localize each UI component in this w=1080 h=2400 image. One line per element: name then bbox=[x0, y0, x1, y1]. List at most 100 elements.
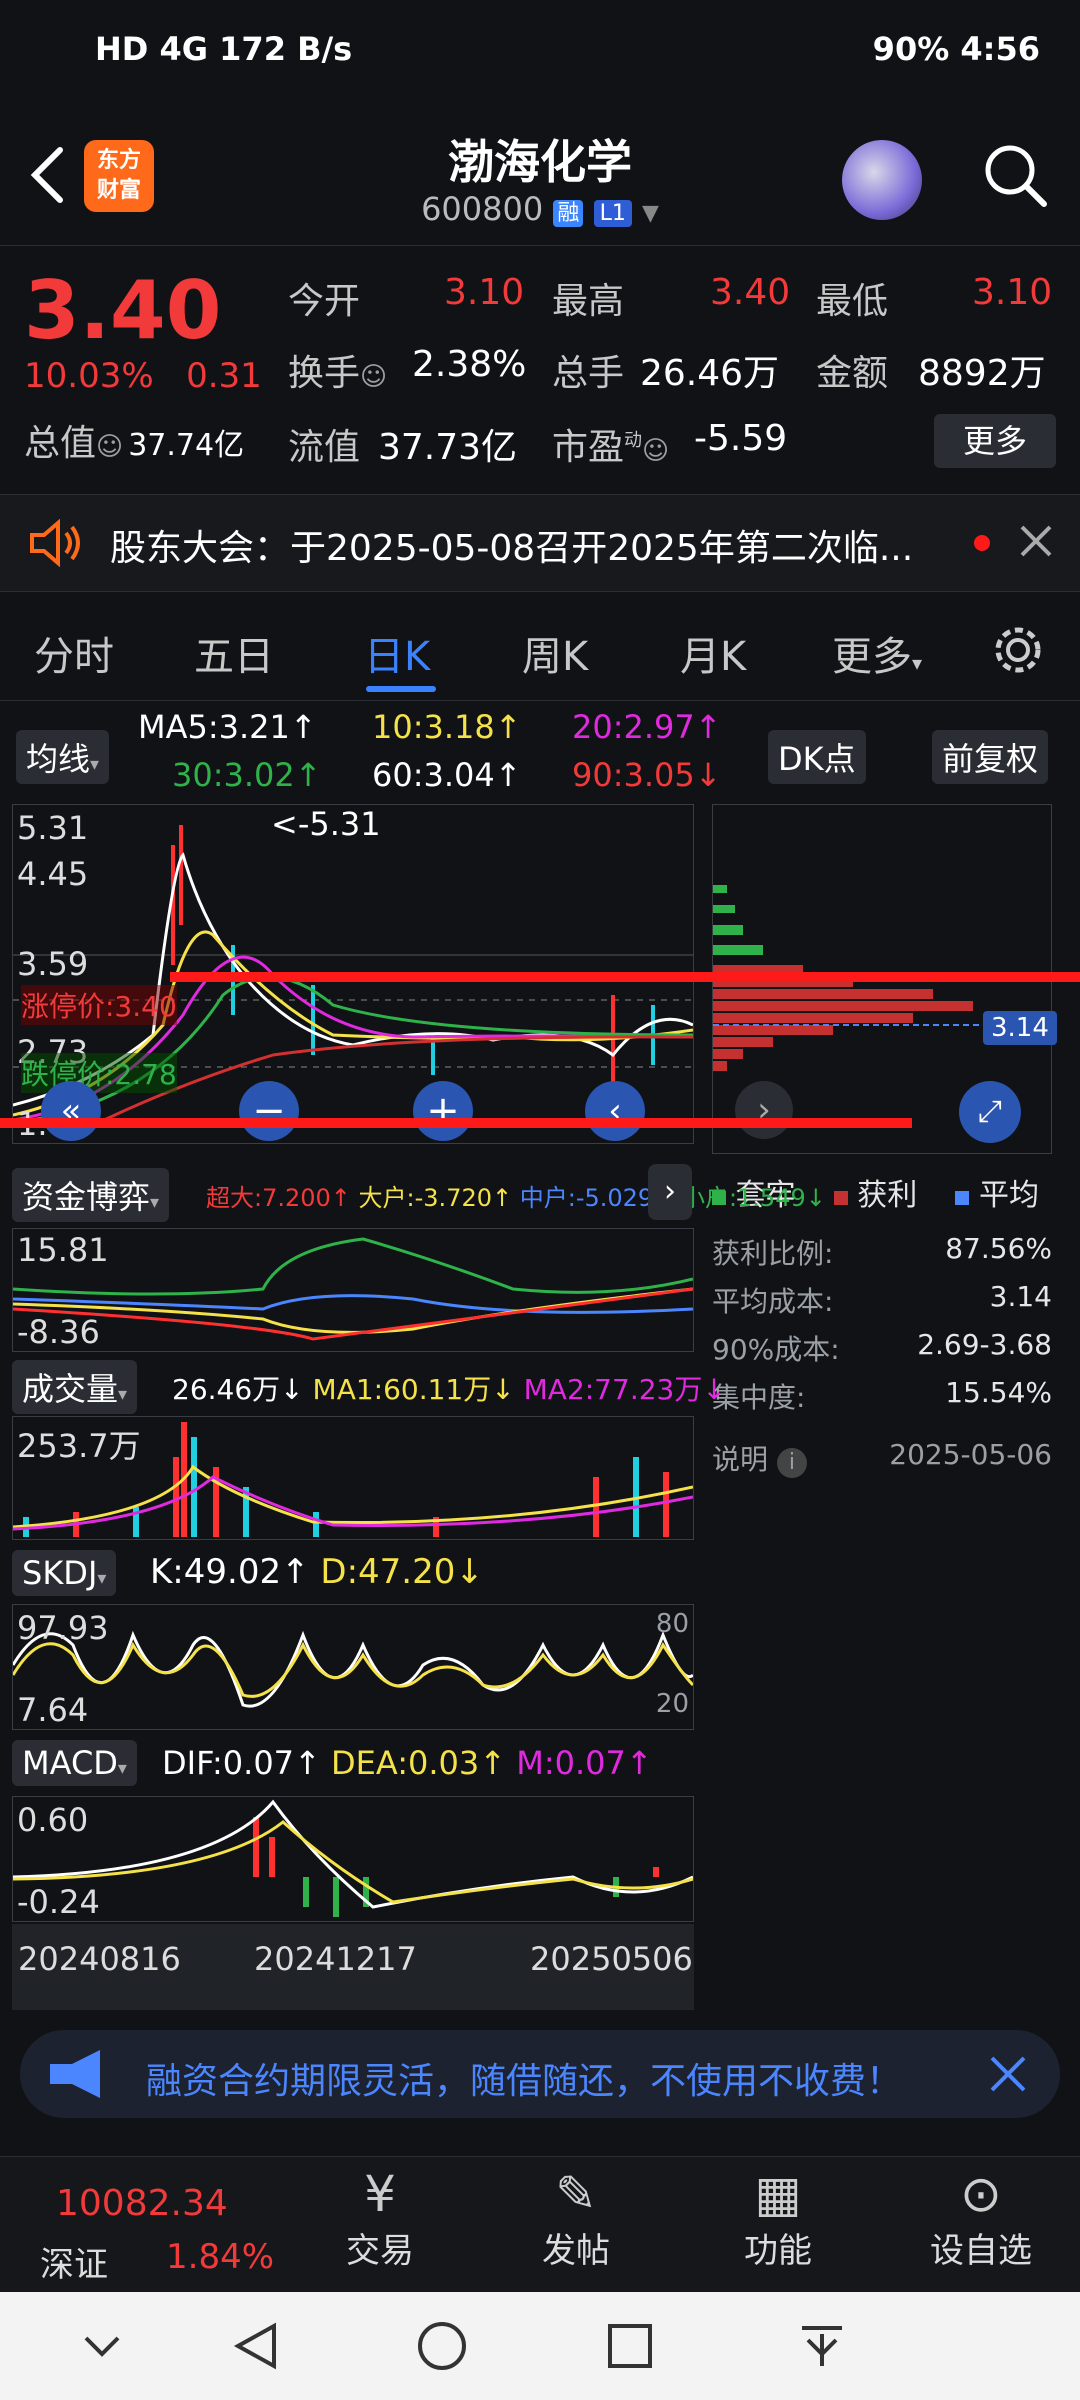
ma30-value: 30:3.02↑ bbox=[172, 756, 322, 794]
volume-selector[interactable]: 成交量▾ bbox=[12, 1360, 138, 1414]
promo-banner[interactable]: 融资合约期限灵活，随借随还，不使用不收费！ bbox=[20, 2030, 1060, 2118]
expand-icon[interactable]: ⤢ bbox=[959, 1081, 1021, 1143]
tab-intraday[interactable]: 分时 bbox=[34, 624, 114, 682]
low-value: 3.10 bbox=[972, 272, 1053, 313]
scroll-left-button[interactable]: « bbox=[41, 1081, 101, 1141]
pe-label: 市盈动☺ bbox=[552, 427, 670, 468]
status-right: 90% 4:56 bbox=[872, 30, 1040, 68]
download-icon[interactable] bbox=[796, 2320, 848, 2372]
annotation-line-lower bbox=[0, 1118, 912, 1128]
amount-label: 金额 bbox=[816, 353, 889, 394]
nav-trade-label: 交易 bbox=[346, 2231, 414, 2271]
zoom-out-button[interactable]: − bbox=[239, 1081, 299, 1141]
mktcap-label: 总值 bbox=[24, 423, 97, 464]
nav-post-label: 发帖 bbox=[542, 2231, 610, 2271]
skdj-y-top: 97.93 bbox=[17, 1609, 109, 1647]
avg-cost-tag: 3.14 bbox=[983, 1011, 1057, 1045]
change-amount: 0.31 bbox=[186, 356, 262, 396]
annotation-line-upper bbox=[170, 972, 1080, 982]
peak-label: <-5.31 bbox=[271, 805, 381, 843]
index-change: 1.84% bbox=[166, 2237, 275, 2277]
tab-more[interactable]: 更多▾ bbox=[832, 624, 922, 682]
chevron-down-icon[interactable] bbox=[80, 2326, 124, 2366]
tab-five-day[interactable]: 五日 bbox=[194, 624, 274, 682]
quote-panel: 3.40 10.03% 0.31 总值☺ 37.74亿 今开 3.10 最高 3… bbox=[0, 246, 1080, 486]
open-value: 3.10 bbox=[444, 272, 525, 313]
dk-point-button[interactable]: DK点 bbox=[768, 730, 866, 784]
skdj-selector[interactable]: SKDJ▾ bbox=[12, 1550, 117, 1596]
unread-dot bbox=[974, 535, 990, 551]
macd-bars bbox=[253, 1817, 659, 1917]
capital-flow-values: 超大:7.200↑ 大户:-3.720↑ 中户:-5.029↓ 小户:1.549… bbox=[206, 1184, 826, 1212]
promo-text: 融资合约期限灵活，随借随还，不使用不收费！ bbox=[146, 2061, 903, 2102]
change-percent: 10.03% bbox=[24, 356, 154, 396]
search-icon[interactable] bbox=[980, 140, 1050, 210]
info-circle-icon: i bbox=[776, 1448, 807, 1478]
volume-chart[interactable]: 253.7万 bbox=[12, 1416, 694, 1540]
x-label-mid: 20241217 bbox=[254, 1940, 417, 1978]
nav-add-watchlist[interactable]: ⊙ 设自选 bbox=[916, 2165, 1046, 2272]
high-label: 最高 bbox=[552, 281, 625, 322]
nav-trade[interactable]: ¥ 交易 bbox=[330, 2165, 430, 2272]
current-price: 3.40 bbox=[24, 264, 222, 357]
tab-monthly-k[interactable]: 月K bbox=[680, 624, 746, 682]
close-icon[interactable] bbox=[986, 2052, 1030, 2096]
chevron-right-icon[interactable]: › bbox=[735, 1081, 793, 1139]
stat-row: 集中度: 15.54% bbox=[712, 1376, 1052, 1414]
volume-value: 26.46万 bbox=[640, 353, 780, 394]
mktcap-cell: 总值☺ 37.74亿 bbox=[24, 414, 244, 466]
ma60-value: 60:3.04↑ bbox=[372, 756, 522, 794]
skdj-ref-20: 20 bbox=[655, 1689, 689, 1719]
header: 东方 财富 渤海化学 600800 融 L1 ▼ bbox=[0, 110, 1080, 246]
speaker-icon bbox=[30, 519, 80, 567]
volume-label: 总手 bbox=[552, 353, 625, 394]
mktcap-value: 37.74亿 bbox=[128, 428, 245, 463]
edit-icon: ✎ bbox=[555, 2165, 597, 2223]
logo-text-1: 东方 bbox=[96, 148, 141, 173]
nav-functions[interactable]: ▦ 功能 bbox=[728, 2165, 828, 2272]
scroll-back-button[interactable]: ‹ bbox=[585, 1081, 645, 1141]
turnover-value: 2.38% bbox=[412, 344, 527, 385]
ma-selector[interactable]: 均线▾ bbox=[16, 730, 110, 784]
recents-square-icon[interactable] bbox=[606, 2322, 654, 2370]
macd-values: DIF:0.07↑ DEA:0.03↑ M:0.07↑ bbox=[162, 1744, 653, 1782]
tab-daily-k[interactable]: 日K bbox=[364, 624, 430, 682]
macd-y-top: 0.60 bbox=[17, 1801, 89, 1839]
capital-flow-selector[interactable]: 资金博弈▾ bbox=[12, 1168, 170, 1222]
y-label-2: 4.45 bbox=[17, 855, 89, 893]
legend-profit: 获利 bbox=[857, 1178, 918, 1213]
tab-weekly-k[interactable]: 周K bbox=[522, 624, 588, 682]
close-icon[interactable] bbox=[1016, 521, 1056, 561]
skdj-chart[interactable]: 97.93 7.64 80 20 bbox=[11, 1604, 695, 1730]
stock-code-row[interactable]: 600800 融 L1 ▼ bbox=[380, 190, 700, 228]
index-value[interactable]: 10082.34 bbox=[56, 2183, 228, 2224]
volume-y-top: 253.7万 bbox=[17, 1427, 141, 1465]
skdj-values: K:49.02↑ D:47.20↓ bbox=[150, 1552, 484, 1592]
pe-value: -5.59 bbox=[694, 418, 788, 459]
nav-post[interactable]: ✎ 发帖 bbox=[526, 2165, 626, 2272]
open-label: 今开 bbox=[288, 281, 361, 322]
robot-assistant-avatar[interactable] bbox=[842, 140, 922, 220]
low-label: 最低 bbox=[816, 281, 889, 322]
notice-bar[interactable]: 股东大会：于2025-05-08召开2025年第二次临... bbox=[0, 494, 1080, 592]
zoom-in-button[interactable]: + bbox=[413, 1081, 473, 1141]
back-icon[interactable] bbox=[20, 140, 80, 210]
more-button[interactable]: 更多 bbox=[934, 414, 1056, 468]
info-icon[interactable]: ☺ bbox=[96, 432, 123, 462]
back-triangle-icon[interactable] bbox=[230, 2320, 282, 2372]
margin-badge: 融 bbox=[553, 200, 584, 227]
status-bar: HD 4G 172 B/s 90% 4:56 bbox=[0, 0, 1080, 110]
note-row[interactable]: 说明 i 2025-05-06 bbox=[712, 1438, 1052, 1486]
macd-selector[interactable]: MACD▾ bbox=[12, 1740, 137, 1786]
chevron-right-icon[interactable]: › bbox=[648, 1164, 692, 1220]
home-circle-icon[interactable] bbox=[416, 2320, 468, 2372]
stat-row: 平均成本: 3.14 bbox=[712, 1280, 1052, 1318]
capital-flow-chart[interactable]: 15.81 -8.36 bbox=[12, 1228, 694, 1352]
x-label-end: 20250506 bbox=[530, 1940, 693, 1978]
app-logo[interactable]: 东方 财富 bbox=[84, 140, 154, 212]
gear-icon[interactable] bbox=[990, 622, 1046, 678]
adjust-button[interactable]: 前复权 bbox=[932, 730, 1049, 784]
megaphone-icon bbox=[50, 2050, 100, 2098]
macd-chart[interactable]: 0.60 -0.24 bbox=[12, 1796, 694, 1922]
index-name[interactable]: 深证 bbox=[40, 2237, 108, 2286]
